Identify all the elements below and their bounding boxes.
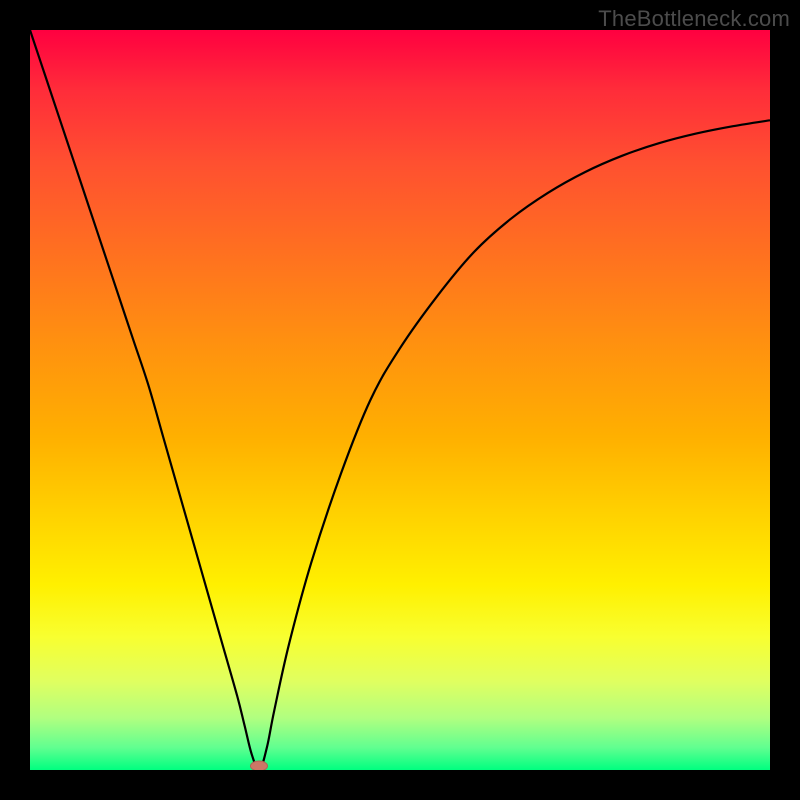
curve-layer <box>30 30 770 770</box>
plot-area <box>30 30 770 770</box>
watermark-text: TheBottleneck.com <box>598 6 790 32</box>
optimum-point-marker <box>250 761 268 771</box>
chart-container: TheBottleneck.com <box>0 0 800 800</box>
bottleneck-curve <box>30 30 770 770</box>
